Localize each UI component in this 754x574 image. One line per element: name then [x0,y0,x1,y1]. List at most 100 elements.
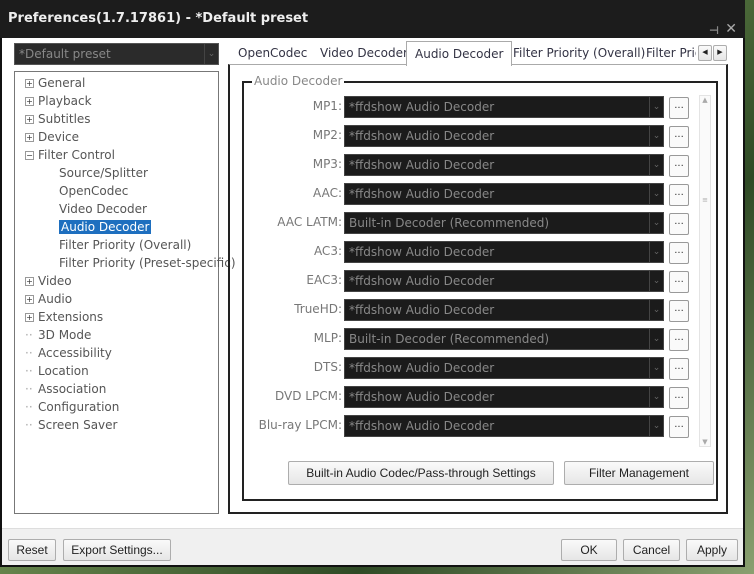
tree-connector-icon: ·· [25,382,33,396]
decoder-settings-button[interactable]: ... [669,271,689,293]
decoder-settings-button[interactable]: ... [669,242,689,264]
filter-management-button[interactable]: Filter Management [564,461,714,485]
decoder-row: MP2: *ffdshow Audio Decoder ⌄ ... [244,125,704,148]
decoder-value: *ffdshow Audio Decoder [349,129,495,143]
scroll-up-icon[interactable]: ▲ [700,96,710,104]
tree-item[interactable]: ·· Screen Saver [25,416,117,434]
expand-icon[interactable]: + [25,79,34,88]
tree-item[interactable]: Video Decoder [59,200,147,218]
format-label: DVD LPCM: [275,389,342,403]
expand-icon[interactable]: + [25,133,34,142]
reset-button[interactable]: Reset [8,539,56,561]
decoder-value: *ffdshow Audio Decoder [349,100,495,114]
tree-item-label: Audio [38,292,73,306]
tree-item[interactable]: Audio Decoder [59,218,152,236]
tree-item[interactable]: Filter Priority (Preset-specific) [59,254,236,272]
preset-select[interactable]: *Default preset ⌄ [14,43,219,65]
tab-video-decoder[interactable]: Video Decoder [320,43,408,65]
cancel-button[interactable]: Cancel [623,539,680,561]
chevron-down-icon: ⌄ [649,126,663,146]
tree-item-label: Video Decoder [59,202,147,216]
builtin-audio-codec-button[interactable]: Built-in Audio Codec/Pass-through Settin… [288,461,554,485]
scroll-down-icon[interactable]: ▼ [700,438,710,446]
tree-item[interactable]: OpenCodec [59,182,128,200]
decoder-select[interactable]: *ffdshow Audio Decoder ⌄ [344,270,664,292]
tree-item[interactable]: − Filter Control [25,146,115,164]
chevron-down-icon: ⌄ [649,416,663,436]
decoder-select[interactable]: *ffdshow Audio Decoder ⌄ [344,96,664,118]
decoder-select[interactable]: *ffdshow Audio Decoder ⌄ [344,357,664,379]
tree-item[interactable]: ·· Location [25,362,89,380]
tree-item-label: Location [38,364,89,378]
tree-item[interactable]: Source/Splitter [59,164,148,182]
format-label: AAC: [313,186,342,200]
expand-icon[interactable]: + [25,295,34,304]
tree-item-label: Extensions [38,310,104,324]
tree-item[interactable]: ·· Configuration [25,398,119,416]
expand-icon[interactable]: + [25,313,34,322]
tab-audio-decoder[interactable]: Audio Decoder [406,41,513,66]
tree-connector-icon: ·· [25,328,33,342]
decoder-settings-button[interactable]: ... [669,416,689,438]
decoder-settings-button[interactable]: ... [669,126,689,148]
decoder-select[interactable]: *ffdshow Audio Decoder ⌄ [344,154,664,176]
decoder-value: *ffdshow Audio Decoder [349,390,495,404]
decoder-settings-button[interactable]: ... [669,300,689,322]
decoder-select[interactable]: *ffdshow Audio Decoder ⌄ [344,241,664,263]
decoder-settings-button[interactable]: ... [669,184,689,206]
tab-scroll-right-icon[interactable]: ▶ [713,45,727,61]
tree-item[interactable]: + Video [25,272,72,290]
tree-item[interactable]: + General [25,74,85,92]
tree-connector-icon: ·· [25,400,33,414]
tab-filter-priority-overall[interactable]: Filter Priority (Overall) [513,43,645,65]
decoder-settings-button[interactable]: ... [669,97,689,119]
tree-item-label: Video [38,274,72,288]
expand-icon[interactable]: + [25,115,34,124]
decoder-settings-button[interactable]: ... [669,213,689,235]
tree-item[interactable]: + Device [25,128,79,146]
export-settings-button[interactable]: Export Settings... [63,539,171,561]
tab-scroll-left-icon[interactable]: ◀ [698,45,712,61]
decoder-value: *ffdshow Audio Decoder [349,274,495,288]
decoder-settings-button[interactable]: ... [669,155,689,177]
decoder-select[interactable]: *ffdshow Audio Decoder ⌄ [344,299,664,321]
expand-icon[interactable]: + [25,97,34,106]
tree-item[interactable]: Filter Priority (Overall) [59,236,191,254]
decoder-value: *ffdshow Audio Decoder [349,187,495,201]
apply-button[interactable]: Apply [686,539,738,561]
tree-item[interactable]: + Audio [25,290,72,308]
decoder-settings-button[interactable]: ... [669,358,689,380]
format-label: AC3: [313,244,342,258]
tree-item[interactable]: ·· Association [25,380,106,398]
tree-connector-icon: ·· [25,364,33,378]
decoder-select[interactable]: Built-in Decoder (Recommended) ⌄ [344,328,664,350]
tree-item[interactable]: + Subtitles [25,110,91,128]
scroll-thumb-grip-icon[interactable]: ≡ [700,196,710,204]
format-label: Blu-ray LPCM: [258,418,342,432]
scrollbar[interactable]: ▲ ▼ ≡ [699,95,711,447]
format-label: AAC LATM: [277,215,342,229]
chevron-down-icon: ⌄ [649,184,663,204]
decoder-settings-button[interactable]: ... [669,387,689,409]
tree-item[interactable]: + Extensions [25,308,103,326]
tree-item-label: 3D Mode [38,328,92,342]
expand-icon[interactable]: + [25,277,34,286]
chevron-down-icon: ⌄ [649,155,663,175]
tab-opencodec[interactable]: OpenCodec [238,43,307,65]
decoder-select[interactable]: *ffdshow Audio Decoder ⌄ [344,386,664,408]
decoder-select[interactable]: *ffdshow Audio Decoder ⌄ [344,183,664,205]
format-label: EAC3: [306,273,342,287]
decoder-select[interactable]: *ffdshow Audio Decoder ⌄ [344,125,664,147]
tree-item[interactable]: + Playback [25,92,92,110]
decoder-settings-button[interactable]: ... [669,329,689,351]
tree-item[interactable]: ·· Accessibility [25,344,112,362]
decoder-row: Blu-ray LPCM: *ffdshow Audio Decoder ⌄ ..… [244,415,704,438]
collapse-icon[interactable]: − [25,151,34,160]
tab-filter-priority-preset[interactable]: Filter Prio [646,43,696,65]
tree-item-label: Subtitles [38,112,91,126]
decoder-select[interactable]: *ffdshow Audio Decoder ⌄ [344,415,664,437]
tree-item[interactable]: ·· 3D Mode [25,326,91,344]
decoder-select[interactable]: Built-in Decoder (Recommended) ⌄ [344,212,664,234]
decoder-value: *ffdshow Audio Decoder [349,245,495,259]
ok-button[interactable]: OK [561,539,617,561]
